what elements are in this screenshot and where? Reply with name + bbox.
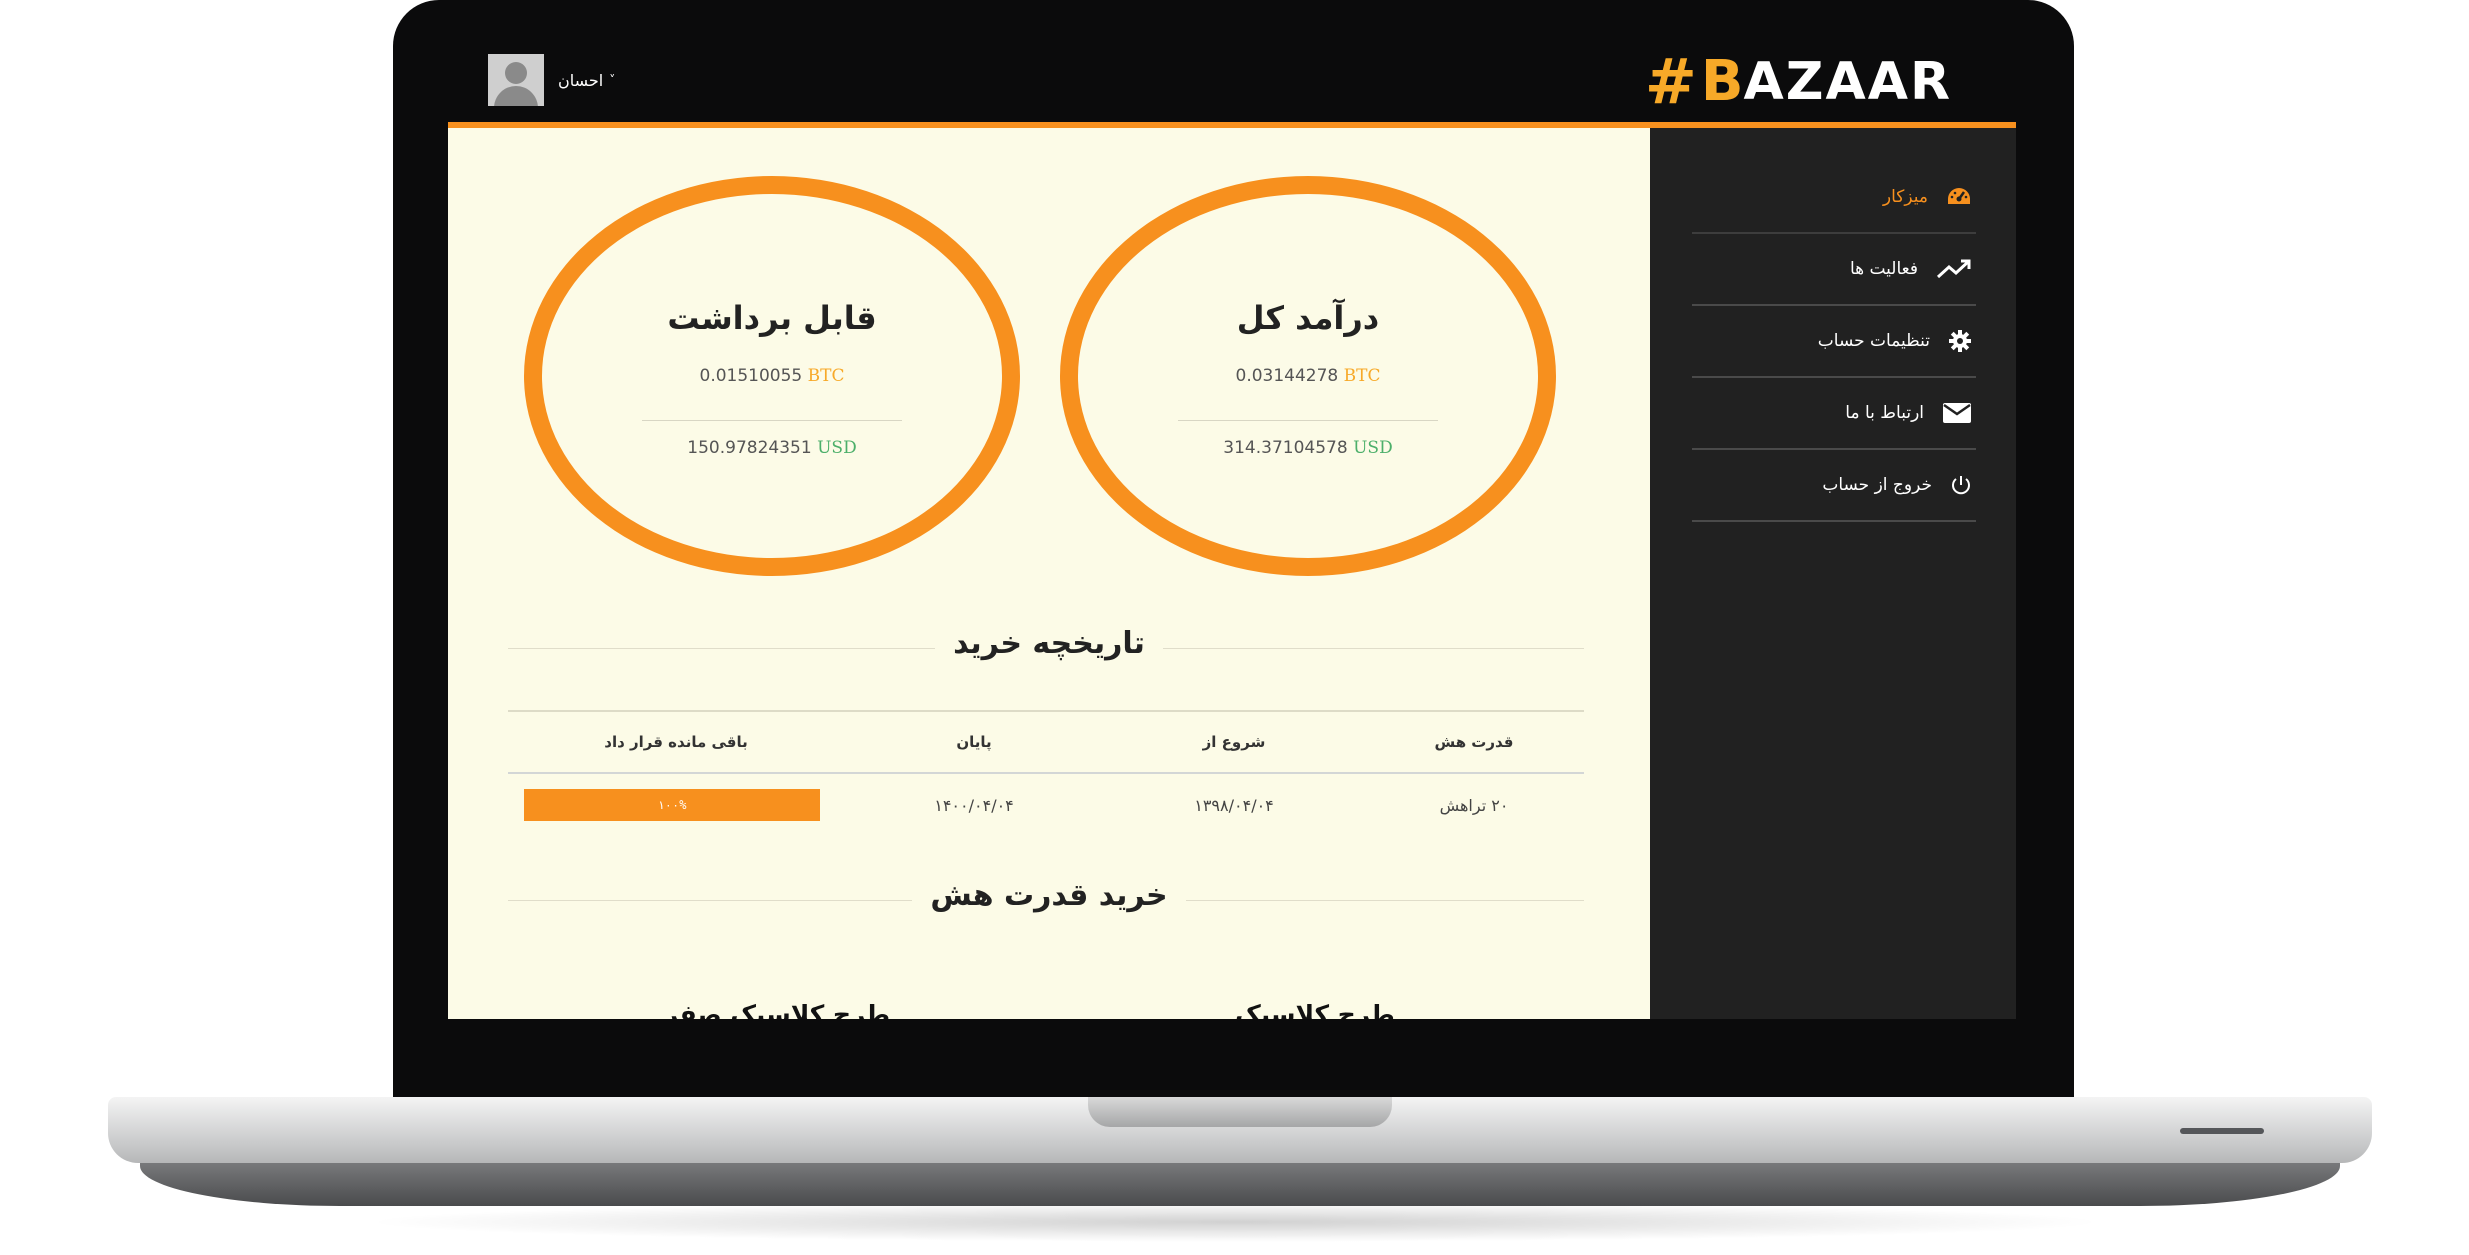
buy-hash-power-title: خرید قدرت هش (448, 878, 1650, 913)
bazaar-logo[interactable]: # B AZAAR (1645, 50, 1952, 114)
btc-unit: BTC (1343, 366, 1381, 386)
usd-unit: USD (1353, 438, 1393, 458)
btc-amount: 0.01510055 BTC (542, 366, 1002, 386)
cell-hash-power: ۲۰ تراهش (1439, 795, 1509, 815)
header-end: پایان (956, 733, 992, 751)
avatar[interactable] (488, 54, 544, 106)
withdrawable-card: قابل برداشت 0.01510055 BTC 150.97824351 … (524, 176, 1020, 576)
card-title: درآمد کل (1236, 299, 1380, 337)
sidebar-item-account-settings[interactable]: تنظیمات حساب (1692, 306, 1976, 378)
cell-remaining: ۱۰۰% (508, 789, 844, 821)
mail-icon (1943, 403, 1971, 423)
plan-tabs: طرح کلاسیک طرح کلاسیک صفر (508, 988, 1584, 1019)
sidebar-item-label: خروج از حساب (1822, 475, 1932, 495)
main-content: درآمد کل 0.03144278 BTC 314.37104578 USD… (448, 128, 1650, 1019)
card-title: قابل برداشت (667, 299, 877, 337)
laptop-shadow (360, 1202, 2110, 1242)
btc-value: 0.03144278 (1235, 366, 1339, 386)
laptop-base-underside (140, 1160, 2340, 1206)
btc-amount: 0.03144278 BTC (1078, 366, 1538, 386)
table-row: ۲۰ تراهش ۱۳۹۸/۰۴/۰۴ ۱۴۰۰/۰۴/۰۴ ۱۰۰% (508, 774, 1584, 836)
sidebar-item-logout[interactable]: خروج از حساب (1692, 450, 1976, 522)
sidebar-item-label: ارتباط با ما (1845, 403, 1924, 423)
card-divider (642, 420, 902, 421)
user-menu[interactable]: احسان ˅ (488, 54, 615, 106)
sidebar: میزکار فعالیت ها تنظیمات حساب ارتباط با … (1650, 128, 2016, 1019)
usd-amount: 150.97824351 USD (542, 438, 1002, 458)
chevron-down-icon: ˅ (609, 73, 616, 87)
user-name[interactable]: احسان ˅ (558, 71, 615, 90)
dashboard-icon (1948, 188, 1970, 204)
cell-start: ۱۳۹۸/۰۴/۰۴ (1194, 795, 1274, 815)
sidebar-item-contact[interactable]: ارتباط با ما (1692, 378, 1976, 450)
sidebar-item-activities[interactable]: فعالیت ها (1692, 234, 1976, 306)
btc-value: 0.01510055 (699, 366, 803, 386)
header-start: شروع از (1202, 733, 1266, 751)
tab-classic-zero-plan[interactable]: طرح کلاسیک صفر (508, 988, 1046, 1019)
top-navbar: # B AZAAR احسان ˅ (448, 42, 2016, 128)
purchase-history-table: قدرت هش شروع از پایان باقی مانده قرار دا… (508, 710, 1584, 836)
card-divider (1178, 420, 1438, 421)
app-screen: # B AZAAR احسان ˅ میزکار فعالیت ها تنظیم… (448, 42, 2016, 1019)
usd-value: 150.97824351 (687, 438, 812, 458)
table-header: قدرت هش شروع از پایان باقی مانده قرار دا… (508, 710, 1584, 774)
laptop-side-slot (2180, 1128, 2264, 1134)
sidebar-item-dashboard[interactable]: میزکار (1692, 162, 1976, 234)
usd-amount: 314.37104578 USD (1078, 438, 1538, 458)
header-hash-power: قدرت هش (1434, 733, 1514, 751)
contract-progress-bar: ۱۰۰% (524, 789, 820, 821)
total-income-card: درآمد کل 0.03144278 BTC 314.37104578 USD (1060, 176, 1556, 576)
sidebar-item-label: فعالیت ها (1849, 259, 1918, 279)
sidebar-item-label: میزکار (1882, 187, 1928, 207)
sidebar-item-label: تنظیمات حساب (1817, 331, 1930, 351)
tab-classic-plan[interactable]: طرح کلاسیک (1046, 988, 1584, 1019)
usd-unit: USD (817, 438, 857, 458)
header-remaining: باقی مانده قرار داد (604, 733, 748, 751)
logo-hash: # (1644, 45, 1697, 118)
user-name-label: احسان (558, 70, 604, 90)
logo-bitcoin-b: B (1700, 49, 1744, 114)
trending-up-icon (1936, 259, 1971, 279)
logo-word: AZAAR (1743, 52, 1952, 112)
purchase-history-title: تاریخچه خرید (448, 626, 1650, 661)
laptop-hinge-notch (1088, 1097, 1392, 1127)
gear-icon (1949, 330, 1971, 352)
btc-unit: BTC (807, 366, 845, 386)
usd-value: 314.37104578 (1223, 438, 1348, 458)
power-icon (1952, 476, 1970, 495)
cell-end: ۱۴۰۰/۰۴/۰۴ (934, 795, 1014, 815)
